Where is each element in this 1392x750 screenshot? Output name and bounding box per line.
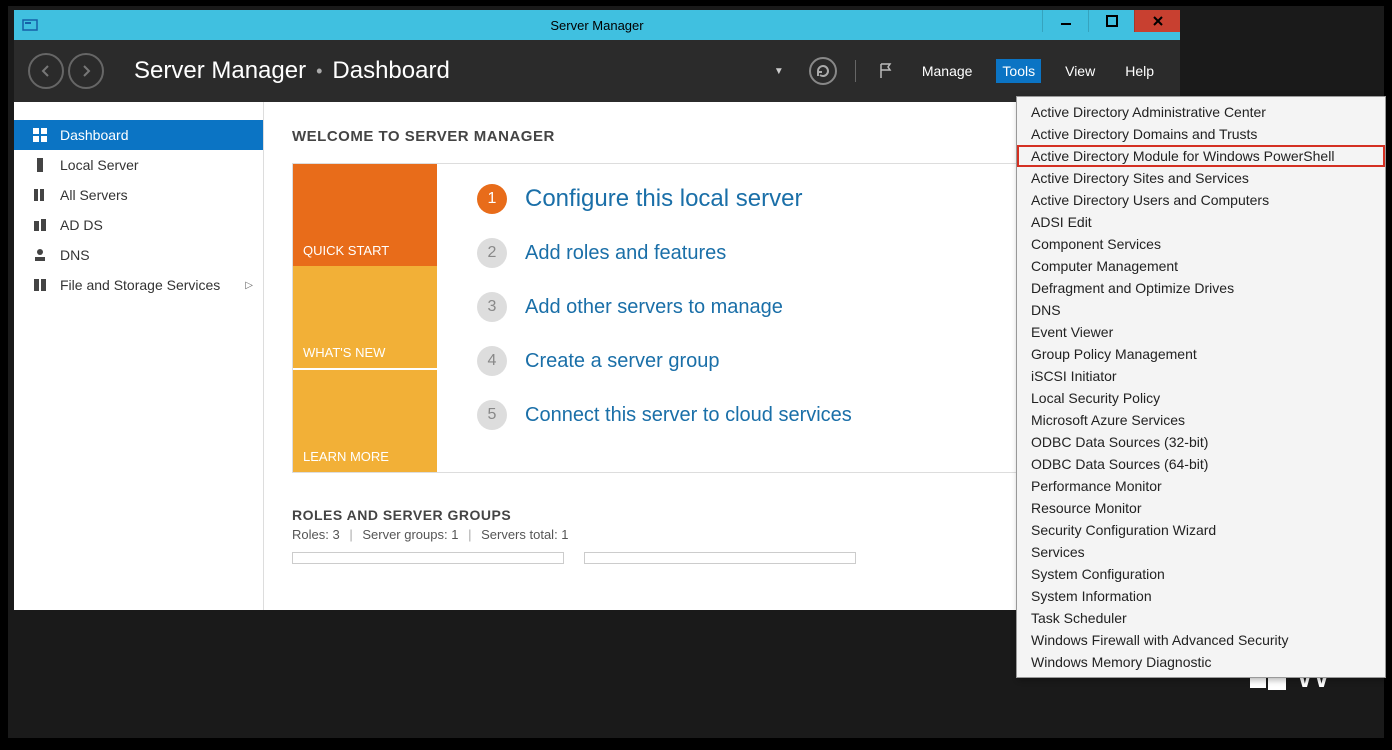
group-tile[interactable] xyxy=(584,552,856,564)
tile-column: QUICK START WHAT'S NEW LEARN MORE xyxy=(293,164,437,472)
step-text: Create a server group xyxy=(525,350,720,373)
server-manager-window: Server Manager Server Manager • Dashboar… xyxy=(14,10,1180,616)
separator: | xyxy=(468,527,471,542)
desktop-frame: Server Manager Server Manager • Dashboar… xyxy=(6,4,1386,740)
tile-label: LEARN MORE xyxy=(303,449,389,464)
step-number: 1 xyxy=(477,184,507,214)
maximize-button[interactable] xyxy=(1088,10,1134,32)
dns-icon xyxy=(32,247,48,263)
tile-whats-new[interactable]: WHAT'S NEW xyxy=(293,266,437,368)
tools-menu-item[interactable]: Performance Monitor xyxy=(1017,475,1385,497)
sidebar-item-label: AD DS xyxy=(60,217,103,233)
step-text: Configure this local server xyxy=(525,185,802,213)
sidebar-item-label: Dashboard xyxy=(60,127,129,143)
sidebar-item-file-storage[interactable]: File and Storage Services ▷ xyxy=(14,270,263,300)
breadcrumb-separator-icon: • xyxy=(316,61,322,82)
tile-label: QUICK START xyxy=(303,243,389,258)
tile-quick-start[interactable]: QUICK START xyxy=(293,164,437,266)
header-right: ▼ Manage Tools View Help xyxy=(767,57,1160,85)
tools-menu-item[interactable]: Active Directory Sites and Services xyxy=(1017,167,1385,189)
breadcrumb: Server Manager • Dashboard xyxy=(134,57,450,85)
sidebar-item-label: File and Storage Services xyxy=(60,277,220,293)
tile-learn-more[interactable]: LEARN MORE xyxy=(293,368,437,472)
flag-icon[interactable] xyxy=(874,59,898,83)
ad-ds-icon xyxy=(32,217,48,233)
tools-menu-item[interactable]: System Information xyxy=(1017,585,1385,607)
refresh-icon[interactable] xyxy=(809,57,837,85)
tools-menu-item[interactable]: Active Directory Administrative Center xyxy=(1017,101,1385,123)
tools-menu-item[interactable]: Windows Memory Diagnostic xyxy=(1017,651,1385,673)
close-button[interactable] xyxy=(1134,10,1180,32)
dashboard-icon xyxy=(32,127,48,143)
step-number: 5 xyxy=(477,400,507,430)
sidebar: Dashboard Local Server All Servers AD DS… xyxy=(14,102,264,616)
server-icon xyxy=(32,157,48,173)
tools-menu-item[interactable]: DNS xyxy=(1017,299,1385,321)
sidebar-item-ad-ds[interactable]: AD DS xyxy=(14,210,263,240)
servers-total: Servers total: 1 xyxy=(481,527,568,542)
step-text: Add roles and features xyxy=(525,242,726,265)
titlebar[interactable]: Server Manager xyxy=(14,10,1180,40)
tools-menu-item[interactable]: Component Services xyxy=(1017,233,1385,255)
servers-icon xyxy=(32,187,48,203)
app-icon xyxy=(18,13,42,37)
tools-menu-item[interactable]: Resource Monitor xyxy=(1017,497,1385,519)
nav-back-button[interactable] xyxy=(28,53,64,89)
menu-tools[interactable]: Tools xyxy=(996,59,1041,83)
menu-manage[interactable]: Manage xyxy=(916,59,979,83)
group-tile[interactable] xyxy=(292,552,564,564)
breadcrumb-page: Dashboard xyxy=(332,57,449,85)
tools-menu-item[interactable]: Group Policy Management xyxy=(1017,343,1385,365)
sidebar-item-dns[interactable]: DNS xyxy=(14,240,263,270)
tools-menu-item[interactable]: Active Directory Domains and Trusts xyxy=(1017,123,1385,145)
sidebar-item-label: DNS xyxy=(60,247,90,263)
nav-forward-button[interactable] xyxy=(68,53,104,89)
step-number: 4 xyxy=(477,346,507,376)
tools-menu-item[interactable]: System Configuration xyxy=(1017,563,1385,585)
dropdown-icon[interactable]: ▼ xyxy=(767,59,791,83)
step-number: 3 xyxy=(477,292,507,322)
tools-menu-item[interactable]: Services xyxy=(1017,541,1385,563)
step-text: Add other servers to manage xyxy=(525,296,783,319)
tools-menu-item[interactable]: Security Configuration Wizard xyxy=(1017,519,1385,541)
tools-menu-item[interactable]: Defragment and Optimize Drives xyxy=(1017,277,1385,299)
window-controls xyxy=(1042,10,1180,32)
window-title: Server Manager xyxy=(14,18,1180,33)
tools-menu-item[interactable]: ADSI Edit xyxy=(1017,211,1385,233)
sidebar-item-dashboard[interactable]: Dashboard xyxy=(14,120,263,150)
step-text: Connect this server to cloud services xyxy=(525,404,852,427)
tools-menu-item[interactable]: Windows Firewall with Advanced Security xyxy=(1017,629,1385,651)
sidebar-item-label: All Servers xyxy=(60,187,128,203)
tools-dropdown-menu: Active Directory Administrative CenterAc… xyxy=(1016,96,1386,678)
tools-menu-item[interactable]: Computer Management xyxy=(1017,255,1385,277)
tools-menu-item[interactable]: Active Directory Module for Windows Powe… xyxy=(1017,145,1385,167)
tools-menu-item[interactable]: Task Scheduler xyxy=(1017,607,1385,629)
divider xyxy=(855,60,856,82)
step-number: 2 xyxy=(477,238,507,268)
storage-icon xyxy=(32,277,48,293)
window-body: Dashboard Local Server All Servers AD DS… xyxy=(14,102,1180,616)
tools-menu-item[interactable]: ODBC Data Sources (32-bit) xyxy=(1017,431,1385,453)
menu-help[interactable]: Help xyxy=(1119,59,1160,83)
tile-label: WHAT'S NEW xyxy=(303,345,385,360)
tools-menu-item[interactable]: Local Security Policy xyxy=(1017,387,1385,409)
chevron-right-icon: ▷ xyxy=(245,280,253,291)
tools-menu-item[interactable]: Microsoft Azure Services xyxy=(1017,409,1385,431)
tools-menu-item[interactable]: Active Directory Users and Computers xyxy=(1017,189,1385,211)
groups-count: Server groups: 1 xyxy=(362,527,458,542)
tools-menu-item[interactable]: ODBC Data Sources (64-bit) xyxy=(1017,453,1385,475)
tools-menu-item[interactable]: iSCSI Initiator xyxy=(1017,365,1385,387)
breadcrumb-app: Server Manager xyxy=(134,57,306,85)
sidebar-item-label: Local Server xyxy=(60,157,139,173)
menu-view[interactable]: View xyxy=(1059,59,1101,83)
sidebar-item-all-servers[interactable]: All Servers xyxy=(14,180,263,210)
separator: | xyxy=(349,527,352,542)
tools-menu-item[interactable]: Event Viewer xyxy=(1017,321,1385,343)
sidebar-item-local-server[interactable]: Local Server xyxy=(14,150,263,180)
header-bar: Server Manager • Dashboard ▼ Manage Tool… xyxy=(14,40,1180,102)
minimize-button[interactable] xyxy=(1042,10,1088,32)
roles-count: Roles: 3 xyxy=(292,527,340,542)
